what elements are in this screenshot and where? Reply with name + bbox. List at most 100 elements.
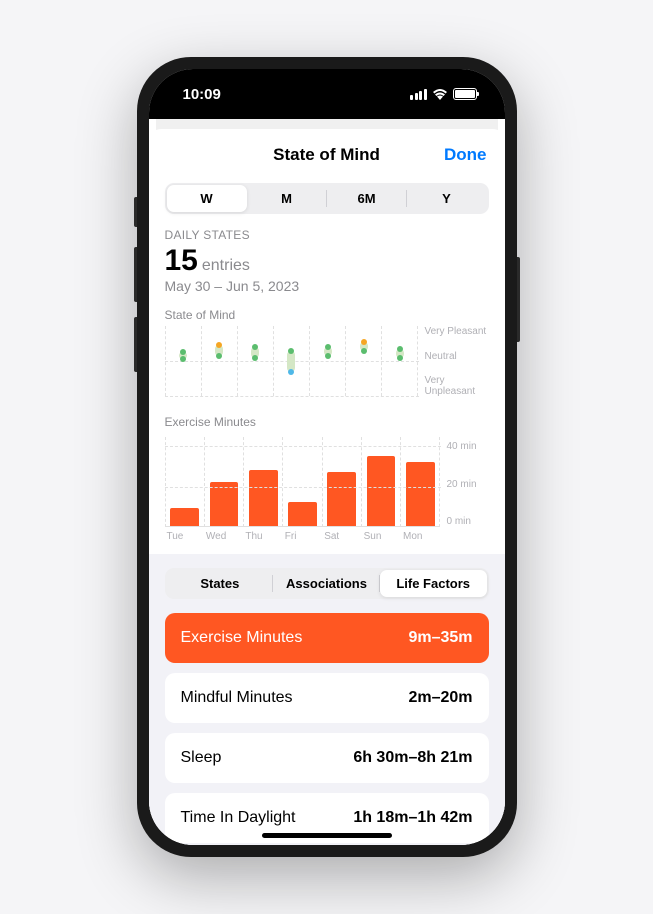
- mood-data-point: [361, 348, 367, 354]
- factor-row-exercise-minutes[interactable]: Exercise Minutes 9m–35m: [165, 613, 489, 663]
- exercise-column: [282, 437, 321, 527]
- x-axis-label: Wed: [204, 531, 243, 542]
- mood-data-point: [361, 339, 367, 345]
- y-label: 40 min: [447, 441, 489, 452]
- mood-data-point: [180, 356, 186, 362]
- exercise-column: [204, 437, 243, 527]
- exercise-column: [400, 437, 440, 527]
- page-title: State of Mind: [273, 145, 380, 165]
- exercise-bar: [288, 502, 317, 526]
- time-segment-6m[interactable]: 6M: [327, 185, 407, 212]
- y-label: 0 min: [447, 516, 489, 527]
- mood-data-point: [325, 344, 331, 350]
- time-segment-y[interactable]: Y: [407, 185, 487, 212]
- done-button[interactable]: Done: [444, 145, 487, 165]
- phone-side-button: [134, 317, 137, 372]
- view-segment-life-factors[interactable]: Life Factors: [380, 570, 487, 597]
- mood-column: [309, 326, 345, 396]
- content-area: State of Mind Done WM6MY DAILY STATES 15…: [149, 119, 505, 845]
- entries-summary: 15 entries: [149, 242, 505, 278]
- mood-column: [381, 326, 418, 396]
- mood-data-point: [325, 353, 331, 359]
- factor-name: Sleep: [181, 749, 222, 767]
- mood-data-point: [216, 342, 222, 348]
- mood-column: [201, 326, 237, 396]
- y-label: 20 min: [447, 479, 489, 490]
- x-axis-label: Mon: [401, 531, 440, 542]
- factor-value: 1h 18m–1h 42m: [353, 809, 472, 827]
- time-segment-m[interactable]: M: [247, 185, 327, 212]
- view-segment-associations[interactable]: Associations: [273, 570, 380, 597]
- phone-power-button: [517, 257, 520, 342]
- exercise-y-axis: 40 min 20 min 0 min: [441, 437, 489, 527]
- mood-chart-grid: [165, 326, 419, 397]
- exercise-bar: [406, 462, 435, 526]
- x-axis-label: Tue: [165, 531, 204, 542]
- exercise-chart-label: Exercise Minutes: [149, 403, 505, 433]
- exercise-chart: 40 min 20 min 0 min: [149, 433, 505, 527]
- mood-chart-label: State of Mind: [149, 308, 505, 326]
- exercise-bar: [327, 472, 356, 526]
- x-axis-label: Sat: [322, 531, 361, 542]
- x-axis-label: Thu: [243, 531, 282, 542]
- mood-data-point: [397, 355, 403, 361]
- factor-name: Exercise Minutes: [181, 629, 303, 647]
- exercise-bar: [210, 482, 239, 526]
- mood-y-axis: Very Pleasant Neutral Very Unpleasant: [419, 326, 489, 397]
- cellular-icon: [410, 89, 427, 100]
- home-indicator[interactable]: [262, 833, 392, 838]
- entries-label: entries: [202, 257, 250, 275]
- mood-data-point: [288, 348, 294, 354]
- exercise-chart-grid: [165, 437, 441, 527]
- exercise-bar: [249, 470, 278, 526]
- phone-screen: 10:09 State of Mind Done W: [149, 69, 505, 845]
- mood-column: [165, 326, 201, 396]
- phone-frame: 10:09 State of Mind Done W: [137, 57, 517, 857]
- factor-value: 2m–20m: [408, 689, 472, 707]
- factor-value: 9m–35m: [408, 629, 472, 647]
- mood-data-point: [252, 355, 258, 361]
- exercise-bar: [170, 508, 199, 526]
- mood-column: [345, 326, 381, 396]
- view-segment-states[interactable]: States: [167, 570, 274, 597]
- y-label: Neutral: [425, 351, 489, 362]
- dynamic-island: [273, 83, 381, 115]
- x-axis-labels: TueWedThuFriSatSunMon: [149, 527, 505, 554]
- exercise-column: [165, 437, 204, 527]
- modal-header: State of Mind Done: [149, 129, 505, 177]
- main-card: State of Mind Done WM6MY DAILY STATES 15…: [149, 129, 505, 845]
- wifi-icon: [432, 88, 448, 100]
- x-axis-label: Fri: [283, 531, 322, 542]
- mood-column: [273, 326, 309, 396]
- mood-column: [237, 326, 273, 396]
- factor-name: Mindful Minutes: [181, 689, 293, 707]
- factor-value: 6h 30m–8h 21m: [353, 749, 472, 767]
- factors-list: Exercise Minutes 9m–35m Mindful Minutes 2m–…: [165, 613, 489, 843]
- y-label: Very Pleasant: [425, 326, 489, 337]
- phone-side-button: [134, 247, 137, 302]
- factor-row-sleep[interactable]: Sleep 6h 30m–8h 21m: [165, 733, 489, 783]
- time-segment-w[interactable]: W: [167, 185, 247, 212]
- mood-chart: Very Pleasant Neutral Very Unpleasant: [149, 326, 505, 403]
- section-label: DAILY STATES: [149, 228, 505, 242]
- exercise-column: [322, 437, 361, 527]
- life-factors-section: StatesAssociationsLife Factors Exercise …: [149, 554, 505, 845]
- exercise-column: [361, 437, 400, 527]
- exercise-bar: [367, 456, 396, 526]
- factor-name: Time In Daylight: [181, 809, 296, 827]
- time-range-selector[interactable]: WM6MY: [165, 183, 489, 214]
- battery-icon: [453, 88, 477, 100]
- date-range: May 30 – Jun 5, 2023: [149, 278, 505, 308]
- status-time: 10:09: [183, 86, 221, 103]
- mood-data-point: [216, 353, 222, 359]
- factor-row-mindful-minutes[interactable]: Mindful Minutes 2m–20m: [165, 673, 489, 723]
- mood-data-point: [397, 346, 403, 352]
- entries-count: 15: [165, 244, 198, 278]
- mood-data-point: [288, 369, 294, 375]
- y-label: Very Unpleasant: [425, 375, 489, 397]
- x-axis-label: Sun: [362, 531, 401, 542]
- exercise-column: [243, 437, 282, 527]
- view-mode-selector[interactable]: StatesAssociationsLife Factors: [165, 568, 489, 599]
- phone-side-button: [134, 197, 137, 227]
- status-indicators: [410, 88, 477, 100]
